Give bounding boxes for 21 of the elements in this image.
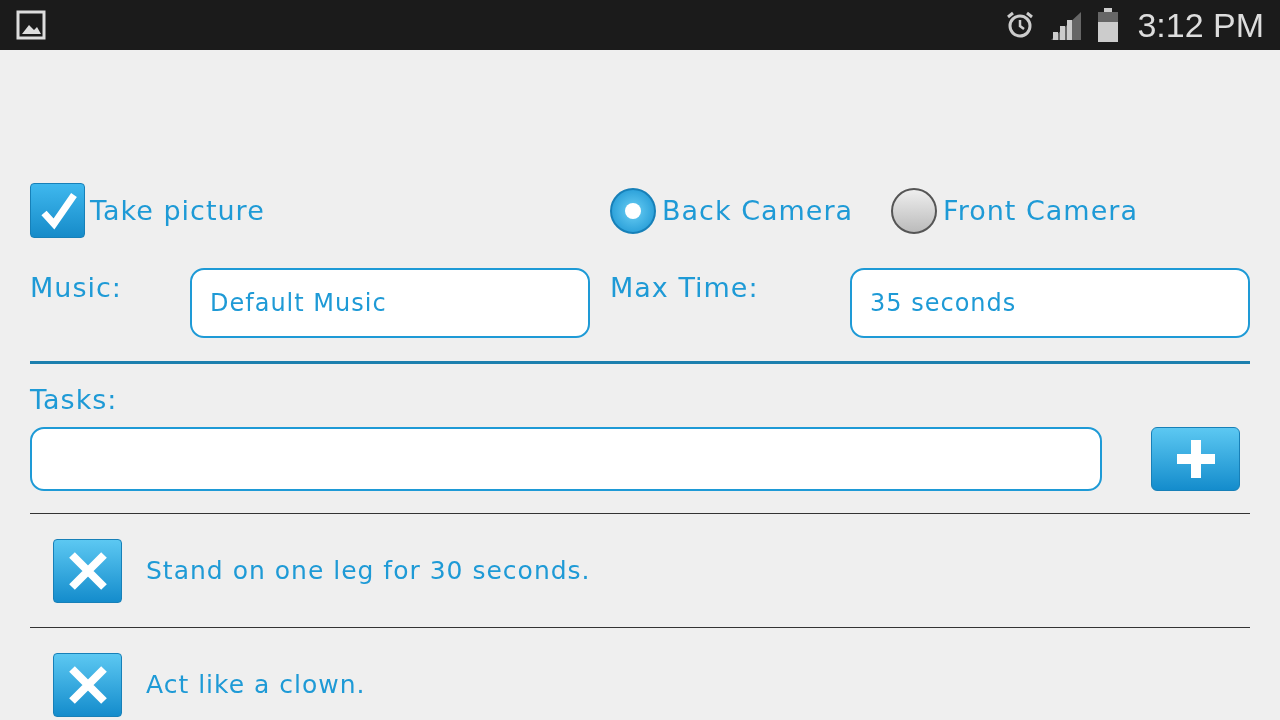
task-text: Stand on one leg for 30 seconds. <box>146 556 591 585</box>
delete-button[interactable] <box>53 538 122 603</box>
task-input-field[interactable] <box>30 427 1102 491</box>
add-button[interactable] <box>1151 427 1240 491</box>
signal-icon <box>1049 10 1084 40</box>
radio-button[interactable] <box>610 187 656 234</box>
music-field[interactable]: Default Music <box>190 268 590 338</box>
alarm-icon <box>1005 10 1036 40</box>
clock-time: 3:12 PM <box>1137 5 1264 45</box>
radio-label: Front Camera <box>943 195 1138 226</box>
radio-label: Back Camera <box>662 195 854 226</box>
max-time-field[interactable]: 35 seconds <box>850 268 1250 338</box>
battery-icon <box>1097 8 1120 42</box>
tasks-label: Tasks: <box>30 384 119 415</box>
field-label: Music: <box>30 271 123 303</box>
task-text: Act like a clown. <box>146 670 366 699</box>
checkbox-label: Take picture <box>90 195 265 226</box>
delete-button[interactable] <box>53 652 122 717</box>
field-label: Max Time: <box>609 271 760 303</box>
checkbox[interactable] <box>30 183 85 238</box>
picture-icon <box>16 10 46 40</box>
